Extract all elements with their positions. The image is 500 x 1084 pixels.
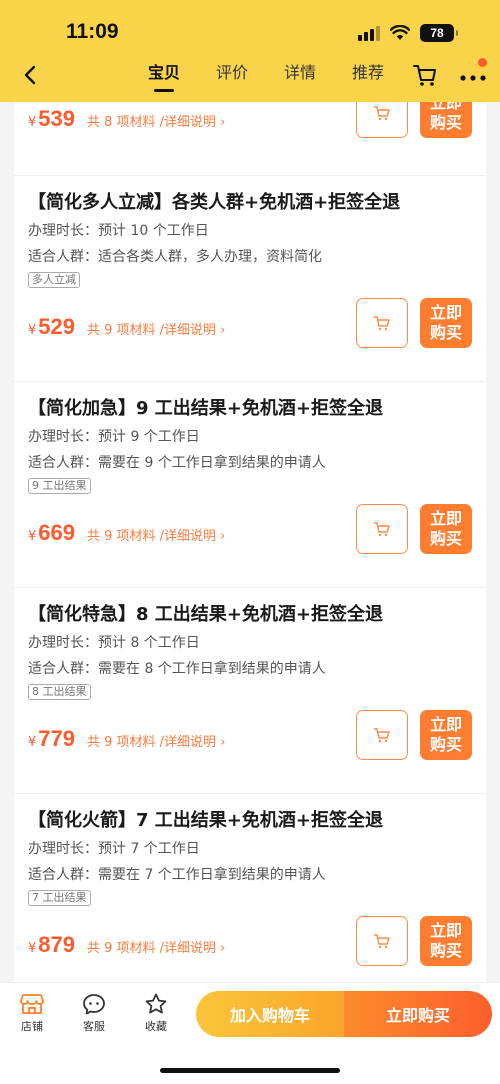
status-indicators: 78 <box>358 24 458 42</box>
buy-now-button[interactable]: 立即购买 <box>420 102 472 138</box>
package-title: 【简化多人立减】各类人群+免机酒+拒签全退 <box>28 192 401 213</box>
materials-link-label: 共 9 项材料 /详细说明 <box>87 941 217 956</box>
package-audience: 适合人群：需要在 7 个工作日拿到结果的申请人 <box>28 867 326 883</box>
add-to-cart-button[interactable] <box>356 504 408 554</box>
package-duration: 办理时长：预计 8 个工作日 <box>28 635 200 651</box>
package-title: 【简化火箭】7 工出结果+免机酒+拒签全退 <box>28 810 383 831</box>
price-row: ¥ 539 共 8 项材料 /详细说明 › <box>28 106 225 132</box>
add-to-cart-main-button[interactable]: 加入购物车 <box>196 991 344 1037</box>
package-card: 【简化火箭】7 工出结果+免机酒+拒签全退 办理时长：预计 7 个工作日 适合人… <box>14 794 486 982</box>
cart-icon <box>374 728 390 743</box>
service-label: 客服 <box>83 1020 105 1033</box>
chat-bubble-icon <box>83 994 105 1015</box>
chevron-right-icon: › <box>220 941 226 956</box>
package-duration: 办理时长：预计 7 个工作日 <box>28 841 200 857</box>
add-to-cart-button[interactable] <box>356 298 408 348</box>
buy-now-button[interactable]: 立即购买 <box>420 916 472 966</box>
favorite-label: 收藏 <box>145 1020 167 1033</box>
tab-reviews[interactable]: 评价 <box>198 60 266 92</box>
materials-link-label: 共 9 项材料 /详细说明 <box>87 323 217 338</box>
materials-link[interactable]: 共 9 项材料 /详细说明 › <box>87 525 225 544</box>
price-row: ¥ 879 共 9 项材料 /详细说明 › <box>28 932 225 958</box>
price: 529 <box>38 314 75 339</box>
package-tag: 8 工出结果 <box>28 684 91 700</box>
purchase-actions: 加入购物车 立即购买 <box>196 991 492 1037</box>
buy-now-button[interactable]: 立即购买 <box>420 298 472 348</box>
top-header: 11:09 78 宝贝 评价 详情 推荐 <box>0 0 500 102</box>
chevron-right-icon: › <box>220 735 226 750</box>
add-to-cart-button[interactable] <box>356 710 408 760</box>
cart-icon <box>374 934 390 949</box>
package-tag: 多人立减 <box>28 272 80 288</box>
package-audience: 适合人群：需要在 9 个工作日拿到结果的申请人 <box>28 455 326 471</box>
price-row: ¥ 779 共 9 项材料 /详细说明 › <box>28 726 225 752</box>
package-list: ¥ 539 共 8 项材料 /详细说明 › 立即购买 【简化多人立减】各类人群+免… <box>14 102 486 982</box>
chevron-right-icon: › <box>220 115 226 130</box>
wifi-icon <box>390 25 410 40</box>
star-icon <box>145 993 167 1014</box>
currency-symbol: ¥ <box>28 115 37 130</box>
battery-indicator: 78 <box>420 24 458 42</box>
materials-link-label: 共 8 项材料 /详细说明 <box>87 115 217 130</box>
status-time: 11:09 <box>66 20 119 43</box>
materials-link[interactable]: 共 9 项材料 /详细说明 › <box>87 731 225 750</box>
add-to-cart-button[interactable] <box>356 916 408 966</box>
cart-icon <box>374 316 390 331</box>
materials-link[interactable]: 共 8 项材料 /详细说明 › <box>87 111 225 130</box>
chevron-right-icon: › <box>220 529 226 544</box>
tab-bar: 宝贝 评价 详情 推荐 <box>130 60 402 92</box>
shopping-cart-icon[interactable] <box>412 62 438 88</box>
price-row: ¥ 669 共 9 项材料 /详细说明 › <box>28 520 225 546</box>
package-audience: 适合人群：适合各类人群，多人办理，资料简化 <box>28 249 322 265</box>
package-title: 【简化特急】8 工出结果+免机酒+拒签全退 <box>28 604 383 625</box>
materials-link-label: 共 9 项材料 /详细说明 <box>87 735 217 750</box>
back-icon[interactable] <box>20 64 42 86</box>
buy-now-button[interactable]: 立即购买 <box>420 504 472 554</box>
buy-now-button[interactable]: 立即购买 <box>420 710 472 760</box>
buy-now-main-button[interactable]: 立即购买 <box>344 991 492 1037</box>
tab-recommend[interactable]: 推荐 <box>334 60 402 92</box>
currency-symbol: ¥ <box>28 323 37 338</box>
package-card: ¥ 539 共 8 项材料 /详细说明 › 立即购买 <box>14 102 486 176</box>
price: 669 <box>38 520 75 545</box>
store-button[interactable]: 店铺 <box>12 993 52 1034</box>
currency-symbol: ¥ <box>28 941 37 956</box>
price-row: ¥ 529 共 9 项材料 /详细说明 › <box>28 314 225 340</box>
add-to-cart-button[interactable] <box>356 102 408 138</box>
nav-bar: 宝贝 评价 详情 推荐 <box>0 58 500 94</box>
tab-product[interactable]: 宝贝 <box>130 60 198 92</box>
more-icon[interactable] <box>458 64 488 86</box>
price: 539 <box>38 106 75 131</box>
materials-link-label: 共 9 项材料 /详细说明 <box>87 529 217 544</box>
price: 879 <box>38 932 75 957</box>
package-audience: 适合人群：需要在 8 个工作日拿到结果的申请人 <box>28 661 326 677</box>
chevron-right-icon: › <box>220 323 226 338</box>
package-card: 【简化加急】9 工出结果+免机酒+拒签全退 办理时长：预计 9 个工作日 适合人… <box>14 382 486 588</box>
home-indicator <box>160 1068 340 1073</box>
store-label: 店铺 <box>21 1020 43 1033</box>
cart-icon <box>374 522 390 537</box>
signal-icon <box>358 25 380 41</box>
currency-symbol: ¥ <box>28 735 37 750</box>
package-card: 【简化多人立减】各类人群+免机酒+拒签全退 办理时长：预计 10 个工作日 适合… <box>14 176 486 382</box>
package-duration: 办理时长：预计 9 个工作日 <box>28 429 200 445</box>
store-icon <box>20 994 44 1014</box>
package-tag: 7 工出结果 <box>28 890 91 906</box>
favorite-button[interactable]: 收藏 <box>136 993 176 1034</box>
price: 779 <box>38 726 75 751</box>
materials-link[interactable]: 共 9 项材料 /详细说明 › <box>87 319 225 338</box>
materials-link[interactable]: 共 9 项材料 /详细说明 › <box>87 937 225 956</box>
customer-service-button[interactable]: 客服 <box>74 993 114 1034</box>
package-title: 【简化加急】9 工出结果+免机酒+拒签全退 <box>28 398 383 419</box>
cart-icon <box>374 106 390 121</box>
currency-symbol: ¥ <box>28 529 37 544</box>
package-card: 【简化特急】8 工出结果+免机酒+拒签全退 办理时长：预计 8 个工作日 适合人… <box>14 588 486 794</box>
notification-dot <box>478 58 487 67</box>
package-tag: 9 工出结果 <box>28 478 91 494</box>
package-duration: 办理时长：预计 10 个工作日 <box>28 223 209 239</box>
tab-details[interactable]: 详情 <box>266 60 334 92</box>
